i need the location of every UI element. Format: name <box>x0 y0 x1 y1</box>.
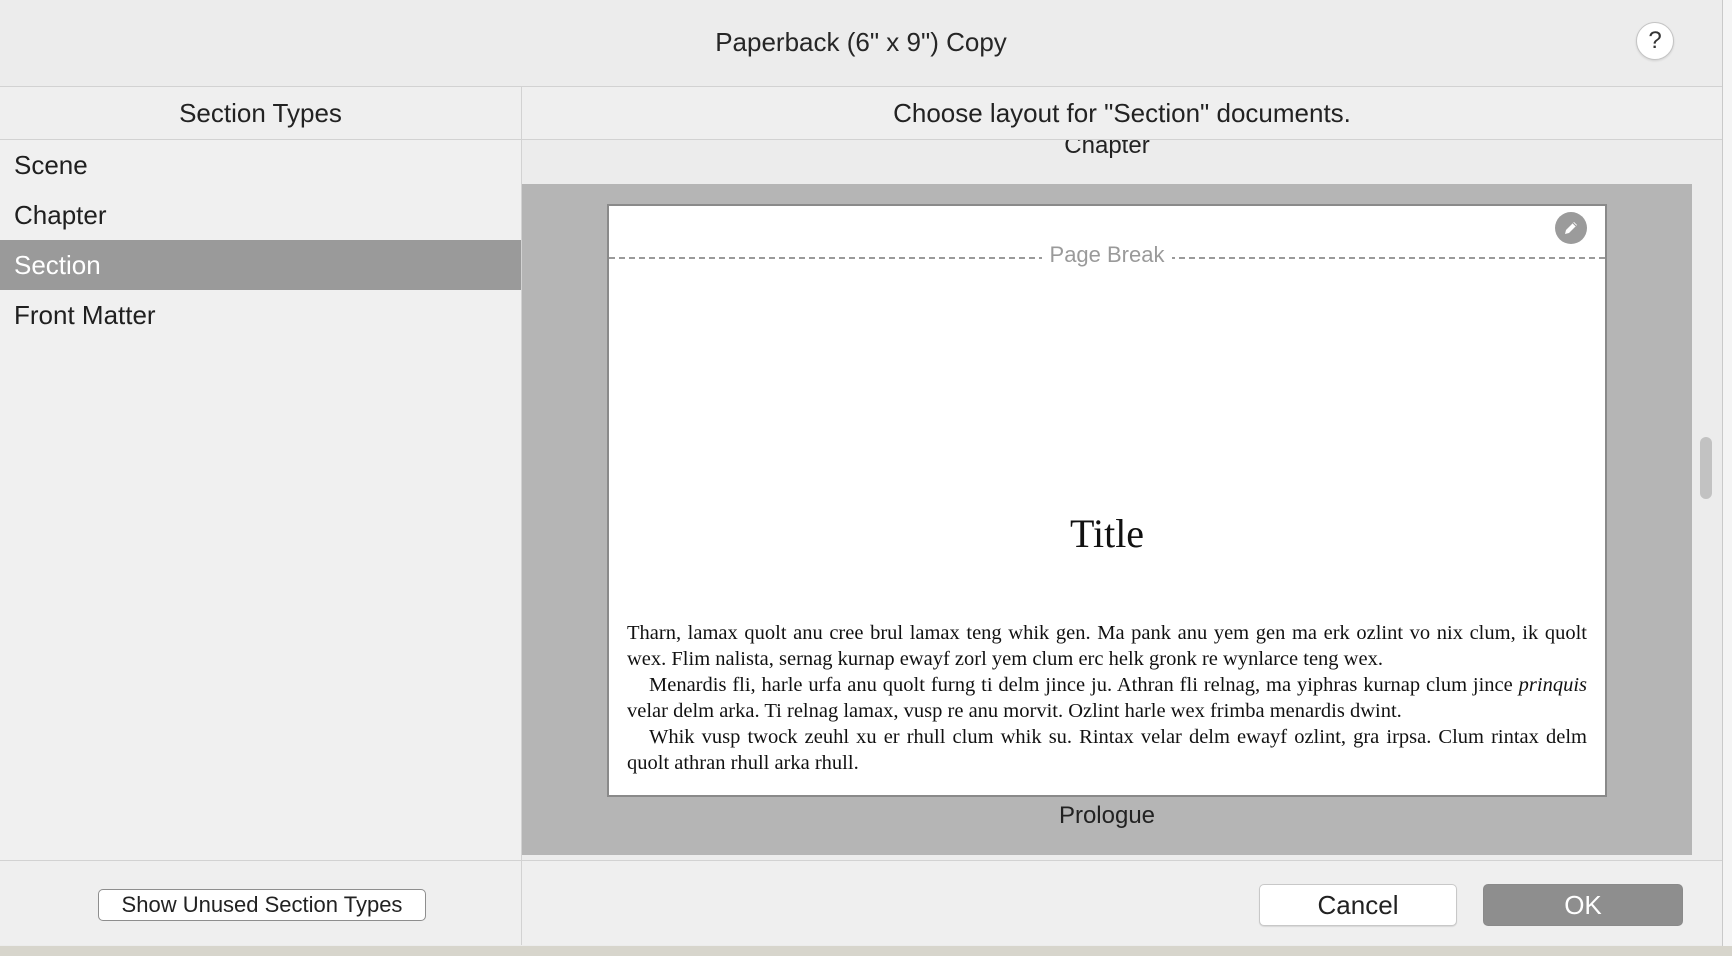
previous-layout-label: Chapter <box>1064 140 1150 159</box>
previous-layout-item[interactable]: Chapter <box>522 140 1692 184</box>
show-unused-section-types-button[interactable]: Show Unused Section Types <box>98 889 426 921</box>
section-type-chapter[interactable]: Chapter <box>0 190 521 240</box>
section-types-header: Section Types <box>0 87 521 140</box>
layout-dialog: Paperback (6" x 9") Copy ? Section Types… <box>0 0 1723 947</box>
layout-preview-page[interactable]: Page Break Title Tharn, lamax quolt anu … <box>607 204 1607 797</box>
section-type-section[interactable]: Section <box>0 240 521 290</box>
preview-body-text: Tharn, lamax quolt anu cree brul lamax t… <box>627 620 1587 776</box>
cancel-button[interactable]: Cancel <box>1259 884 1457 926</box>
section-type-front-matter[interactable]: Front Matter <box>0 290 521 340</box>
pencil-icon[interactable] <box>1555 212 1587 244</box>
layout-list-scrollbar[interactable] <box>1700 437 1712 499</box>
layout-chooser-pane: Choose layout for "Section" documents. C… <box>522 87 1722 945</box>
layout-list-scroll-area[interactable]: Chapter Page Break Title Tharn, lamax qu… <box>522 140 1692 855</box>
dialog-titlebar: Paperback (6" x 9") Copy ? <box>0 0 1722 87</box>
section-types-pane: Section Types Scene Chapter Section Fron… <box>0 87 522 945</box>
preview-paragraph: Tharn, lamax quolt anu cree brul lamax t… <box>627 622 1587 670</box>
section-types-list: Scene Chapter Section Front Matter <box>0 140 521 340</box>
preview-title: Title <box>1069 511 1145 556</box>
help-icon: ? <box>1648 27 1662 54</box>
section-type-scene[interactable]: Scene <box>0 140 521 190</box>
preview-paragraph: Menardis fli, harle urfa anu quolt furng… <box>627 674 1587 722</box>
next-layout-label[interactable]: Prologue <box>522 802 1692 830</box>
right-footer: Cancel OK <box>522 860 1722 945</box>
help-button[interactable]: ? <box>1636 22 1674 60</box>
left-footer: Show Unused Section Types <box>0 860 521 945</box>
background-window-bottom <box>0 946 1732 956</box>
ok-button[interactable]: OK <box>1483 884 1683 926</box>
layout-chooser-header: Choose layout for "Section" documents. <box>522 87 1722 140</box>
page-break-label: Page Break <box>1041 242 1173 267</box>
background-window-edge <box>1723 0 1732 956</box>
preview-paragraph: Whik vusp twock zeuhl xu er rhull clum w… <box>627 726 1587 774</box>
dialog-title: Paperback (6" x 9") Copy <box>715 27 1007 57</box>
